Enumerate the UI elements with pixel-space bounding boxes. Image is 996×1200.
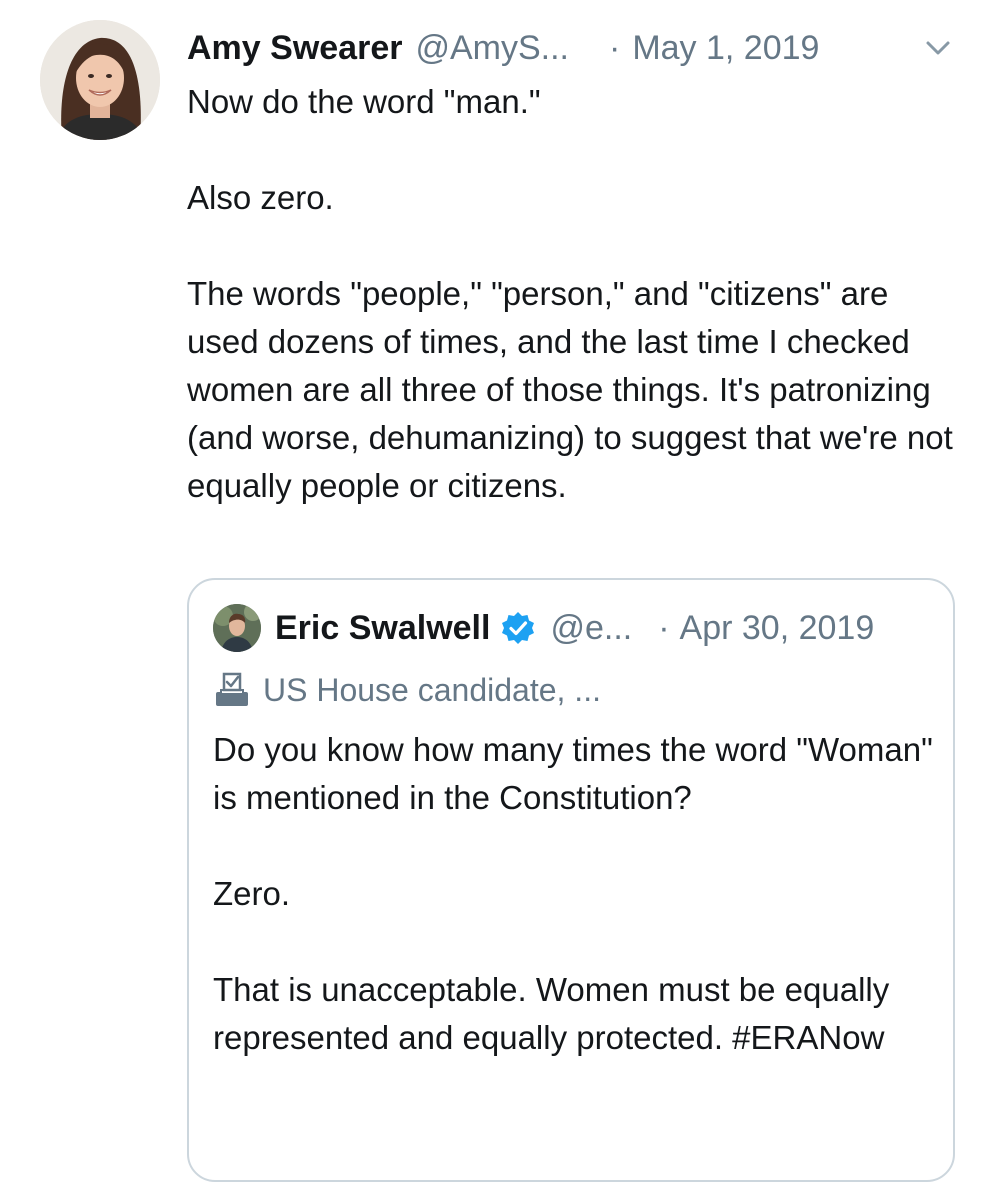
verified-badge-icon: [502, 612, 535, 644]
quoted-author-handle[interactable]: @e...: [550, 609, 632, 648]
tweet-date[interactable]: May 1, 2019: [632, 29, 819, 68]
tweet-header: Amy Swearer @AmyS... · May 1, 2019: [187, 24, 956, 72]
author-avatar[interactable]: [40, 20, 160, 140]
tweet-paragraph: The words "people," "person," and "citiz…: [187, 275, 953, 504]
quoted-author-label-text: US House candidate, ...: [263, 671, 601, 708]
quoted-tweet[interactable]: Eric Swalwell @e... · Apr 30, 2019 US Ho…: [187, 578, 955, 1182]
quoted-tweet-paragraph: Zero.: [213, 875, 291, 912]
quoted-tweet-paragraph: Do you know how many times the word "Wom…: [213, 731, 933, 816]
tweet-text: Now do the word "man." Also zero. The wo…: [187, 78, 967, 510]
quoted-tweet-date[interactable]: Apr 30, 2019: [680, 609, 875, 648]
tweet-paragraph: Also zero.: [187, 179, 334, 216]
tweet-paragraph: Now do the word "man.": [187, 83, 541, 120]
author-handle[interactable]: @AmyS...: [415, 29, 569, 68]
author-name[interactable]: Amy Swearer: [187, 29, 402, 68]
quoted-tweet-paragraph: That is unacceptable. Women must be equa…: [213, 971, 890, 1056]
ballot-box-icon: [216, 672, 248, 706]
quoted-tweet-text: Do you know how many times the word "Wom…: [213, 726, 933, 1062]
chevron-down-icon[interactable]: [920, 30, 956, 66]
header-separator: ·: [609, 28, 621, 67]
quoted-author-name[interactable]: Eric Swalwell: [275, 609, 490, 648]
quoted-author-avatar[interactable]: [213, 604, 261, 652]
quoted-header-separator: ·: [658, 608, 670, 647]
quoted-tweet-header: Eric Swalwell @e... · Apr 30, 2019: [275, 604, 874, 652]
tweet: Amy Swearer @AmyS... · May 1, 2019 Now d…: [0, 0, 996, 1200]
quoted-author-label: US House candidate, ...: [213, 670, 601, 710]
